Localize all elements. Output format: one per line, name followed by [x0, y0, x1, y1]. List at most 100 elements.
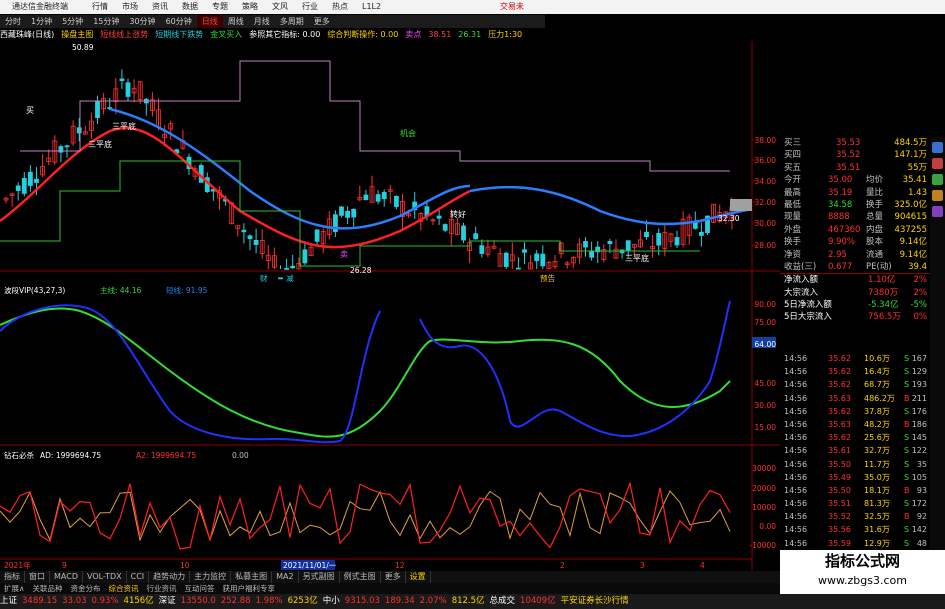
candle-body: [278, 277, 283, 280]
news-icon[interactable]: [932, 190, 943, 201]
extension-tab[interactable]: 扩展∧: [0, 583, 29, 594]
tick-count: 167: [911, 354, 927, 363]
period-tab[interactable]: 30分钟: [124, 15, 160, 28]
tick-row: 14:56 35.56 31.6万 S 142: [780, 523, 945, 536]
main-kline-chart: 38.0036.0034.0032.0030.0028.0032.3050.89…: [0, 41, 780, 571]
flow-pct: 2%: [913, 287, 928, 298]
tick-list[interactable]: 14:56 35.62 10.6万 S 167 14:56 35.62 16.4万 S 129 14…: [780, 352, 945, 563]
indicator-tab[interactable]: 窗口: [25, 571, 50, 583]
extension-tab[interactable]: 获用户福利专享: [219, 583, 280, 594]
chart-icon[interactable]: [932, 158, 943, 169]
indicator-tab[interactable]: 另式副图: [299, 571, 340, 583]
candle-body: [284, 268, 290, 270]
tick-price: 35.51: [828, 499, 851, 509]
period-tab[interactable]: 分时: [0, 15, 26, 28]
ad-header-text: 0.00: [232, 451, 249, 460]
osc-axis-label: 64.00: [755, 340, 777, 349]
ma-red-line: [0, 126, 471, 249]
menu-item[interactable]: 专题: [212, 0, 228, 14]
extension-tab[interactable]: 行业资讯: [143, 583, 181, 594]
indicator-tab[interactable]: MA2: [272, 571, 299, 583]
ad-header-text: AD: 1999694.75: [40, 451, 101, 460]
indicator-tab[interactable]: 指标: [0, 571, 25, 583]
indicator-tab[interactable]: 更多: [381, 571, 406, 583]
indicator-tab[interactable]: MACD: [50, 571, 83, 583]
oscillator-panel: 波段VIP(43,27,3) 主线: 44.16 短线: 91.95 90.00 75.…: [0, 285, 780, 446]
period-tab[interactable]: 5分钟: [57, 15, 88, 28]
tick-count: 193: [911, 380, 927, 390]
app-title: 通达信金融终端: [12, 2, 68, 11]
tick-count: 172: [911, 499, 927, 509]
index-change: 252.88: [220, 596, 251, 606]
indicator-tab[interactable]: 趋势动力: [149, 571, 191, 583]
extension-tab[interactable]: 互动问答: [181, 583, 219, 594]
stat-value: 904615: [894, 212, 927, 223]
indicator-value: 综合判断操作: 0.00: [327, 30, 399, 39]
indicator-tab[interactable]: VOL-TDX: [83, 571, 127, 583]
menu-item[interactable]: 文风: [272, 0, 288, 14]
candle-body: [540, 253, 546, 267]
chart-area[interactable]: 38.0036.0034.0032.0030.0028.0032.3050.89…: [0, 41, 780, 571]
tick-volume: 68.7万: [864, 380, 890, 390]
tick-count: 122: [911, 446, 927, 456]
indicator-value: 卖点: [405, 30, 422, 39]
menu-item[interactable]: 市场: [122, 0, 138, 14]
candle-body: [442, 224, 448, 231]
indicator-tab[interactable]: 主力监控: [190, 571, 232, 583]
chart-annotation: 三平底: [112, 121, 136, 131]
tick-row: 14:56 35.59 12.9万 S 48: [780, 537, 945, 550]
menu-item[interactable]: 热点: [332, 0, 348, 14]
grid-icon[interactable]: [932, 142, 943, 153]
candle-body: [522, 249, 527, 253]
extension-tab[interactable]: 资金分布: [67, 583, 105, 594]
event-mark: 减: [286, 273, 294, 283]
stat-value: 437255: [894, 224, 927, 235]
period-tab[interactable]: 15分钟: [88, 15, 124, 28]
indicator-tab[interactable]: CCI: [127, 571, 150, 583]
date-label: 10: [180, 561, 190, 570]
tool-icon[interactable]: [932, 206, 943, 217]
tick-time: 14:56: [784, 499, 808, 509]
indicator-tab[interactable]: 例式主图: [340, 571, 381, 583]
tick-time: 14:56: [784, 433, 808, 443]
menu-item[interactable]: L1L2: [362, 0, 381, 14]
ad-series-red: [0, 481, 731, 550]
tick-row: 14:56 35.63 48.2万 B 186: [780, 418, 945, 431]
candle-body: [516, 267, 521, 270]
stat-label: 净资: [784, 249, 802, 260]
period-tab[interactable]: 更多: [309, 15, 335, 28]
extension-tab[interactable]: 关联品种: [29, 583, 67, 594]
period-tab[interactable]: 多周期: [275, 15, 309, 28]
indicator-value: 短线线上涨势: [100, 30, 149, 39]
trade-button[interactable]: 交易未: [500, 0, 524, 14]
tick-side: S: [904, 525, 910, 535]
date-label: 12: [395, 561, 405, 570]
list-icon[interactable]: [932, 174, 943, 185]
period-tab[interactable]: 日线: [196, 15, 223, 28]
menu-item[interactable]: 策略: [242, 0, 258, 14]
menu-item[interactable]: 行业: [302, 0, 318, 14]
tick-time: 14:56: [784, 446, 808, 456]
period-tab[interactable]: 1分钟: [26, 15, 57, 28]
candle-body: [461, 225, 466, 241]
period-tab[interactable]: 月线: [249, 15, 275, 28]
indicator-value: 金叉买入: [210, 30, 243, 39]
tick-time: 14:56: [784, 512, 808, 522]
tick-price: 35.62: [828, 406, 851, 416]
indicator-tab[interactable]: 私募主图: [231, 571, 273, 583]
menu-item[interactable]: 数据: [182, 0, 198, 14]
period-tab[interactable]: 60分钟: [161, 15, 197, 28]
period-tab[interactable]: 周线: [223, 15, 249, 28]
indicator-tab[interactable]: 设置: [406, 571, 431, 583]
candle-body: [644, 231, 649, 238]
index-value: 9315.03: [344, 596, 380, 606]
extension-tab[interactable]: 综合资讯: [105, 583, 143, 594]
menu-item[interactable]: 资讯: [152, 0, 168, 14]
menu-item[interactable]: 行情: [92, 0, 108, 14]
candle-body: [76, 127, 82, 134]
tick-volume: 10.6万: [864, 354, 890, 363]
candle-body: [290, 265, 296, 269]
tick-volume: 16.4万: [864, 367, 890, 377]
tick-volume: 31.6万: [864, 525, 890, 535]
index-value: 3489.15: [22, 596, 58, 606]
